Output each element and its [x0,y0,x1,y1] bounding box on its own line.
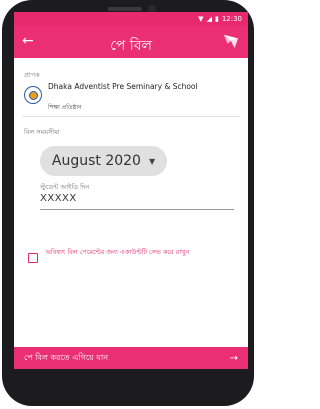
proceed-button[interactable]: পে বিল করতে এগিয়ে যান → [14,347,248,369]
recipient-name: Dhaka Adventist Pre Seminary & School [48,82,198,91]
bill-period-value: August 2020 [51,153,141,169]
phone-frame: ▼ ◢ ▮ 12:30 ← পে বিল প্রাপক Dhaka Advent… [2,0,254,406]
arrow-right-icon: → [229,352,238,364]
wifi-icon: ▼ [198,15,204,23]
divider [22,116,240,117]
proceed-label: পে বিল করতে এগিয়ে যান [24,352,109,362]
status-time: 12:30 [221,15,242,23]
battery-icon: ▮ [214,15,219,23]
student-id-input[interactable]: XXXXX [40,193,234,210]
page-title: পে বিল [110,38,152,54]
chevron-down-icon: ▼ [148,156,156,166]
bill-period-select[interactable]: August 2020 ▼ [40,146,167,176]
system-nav-bar [14,369,248,382]
recipient-label: প্রাপক [24,71,40,79]
save-account-label[interactable]: ভবিষ্যৎ বিল পেমেন্টের জন্য একাউন্টটি সেভ… [46,248,216,257]
bill-period-label: বিল সময়সীমা [24,128,60,136]
bkash-logo-icon [223,34,239,49]
student-id-label: স্টুডেন্ট আইডি দিন [40,183,90,191]
recipient-type: শিক্ষা প্রতিষ্ঠান [48,104,82,111]
school-logo-icon [24,86,42,104]
save-account-checkbox[interactable] [28,253,38,263]
app-bar: ← পে বিল [14,26,248,58]
signal-icon: ◢ [206,15,212,23]
speaker-grille [108,7,142,11]
app-screen: ▼ ◢ ▮ 12:30 ← পে বিল প্রাপক Dhaka Advent… [14,12,248,382]
status-bar: ▼ ◢ ▮ 12:30 [14,12,248,26]
